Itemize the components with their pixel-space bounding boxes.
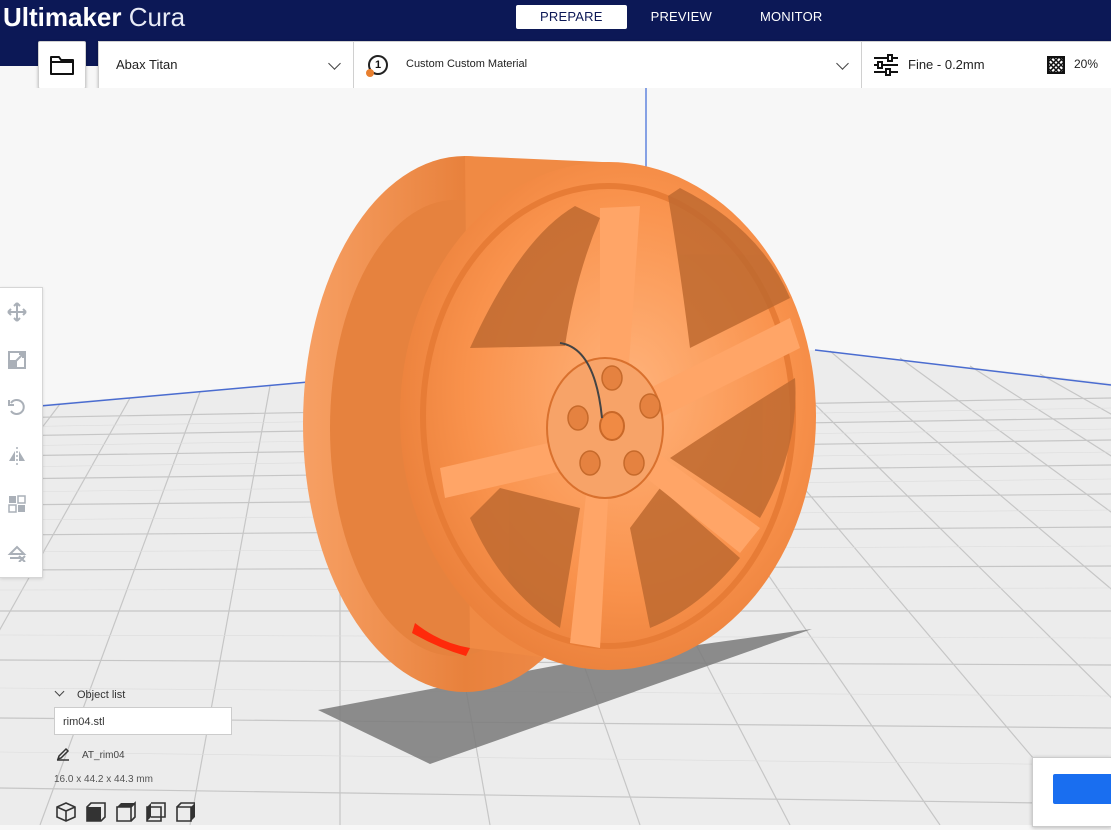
object-list-item[interactable]: rim04.stl	[54, 707, 232, 735]
support-blocker-button[interactable]	[5, 540, 29, 564]
view-top-button[interactable]	[115, 801, 137, 823]
printer-selector[interactable]: Abax Titan	[99, 42, 354, 88]
app-name-bold: Ultimaker	[3, 2, 122, 32]
tab-monitor[interactable]: MONITOR	[736, 5, 847, 29]
slice-button[interactable]	[1053, 774, 1111, 804]
folder-icon	[50, 56, 74, 75]
scale-icon	[8, 351, 26, 369]
per-model-settings-button[interactable]	[5, 492, 29, 516]
move-icon	[7, 302, 27, 322]
pencil-icon[interactable]	[56, 747, 70, 766]
per-model-settings-icon	[8, 495, 26, 513]
stage-tabs: PREPARE PREVIEW MONITOR	[516, 5, 847, 29]
app-logo: Ultimaker Cura	[3, 1, 185, 33]
object-dimensions: 16.0 x 44.2 x 44.3 mm	[54, 774, 153, 785]
sliders-icon	[874, 54, 898, 76]
mirror-icon	[9, 447, 25, 465]
app-name-light: Cura	[128, 2, 186, 32]
cube-3d-icon	[56, 802, 76, 822]
profile-label: Fine - 0.2mm	[908, 57, 985, 72]
infill-icon	[1047, 56, 1065, 74]
chevron-down-icon	[54, 686, 65, 697]
cube-right-icon	[176, 802, 195, 822]
open-file-button[interactable]	[38, 41, 86, 89]
view-front-button[interactable]	[85, 801, 107, 823]
view-3d-button[interactable]	[55, 801, 77, 823]
tool-panel	[0, 287, 43, 578]
model-rim[interactable]	[303, 156, 816, 692]
tab-preview[interactable]: PREVIEW	[627, 5, 736, 29]
material-name: Custom Custom Material	[406, 58, 528, 70]
cube-left-icon	[146, 802, 166, 822]
view-right-button[interactable]	[175, 801, 197, 823]
slice-panel	[1032, 757, 1111, 827]
rotate-tool-button[interactable]	[5, 395, 29, 419]
scale-tool-button[interactable]	[5, 348, 29, 372]
infill-label: 20%	[1074, 57, 1099, 71]
mirror-tool-button[interactable]	[5, 444, 29, 468]
view-left-button[interactable]	[145, 801, 167, 823]
material-selector[interactable]: 1 Custom Custom Material	[353, 42, 862, 88]
printer-name: Abax Titan	[116, 57, 178, 72]
extruder-badge: 1	[366, 55, 388, 77]
tab-prepare[interactable]: PREPARE	[516, 5, 627, 29]
move-tool-button[interactable]	[5, 300, 29, 324]
object-name: AT_rim04	[82, 750, 125, 761]
machine-settings-bar: Abax Titan 1 Custom Custom Material Fine…	[98, 41, 1111, 89]
chevron-down-icon	[836, 57, 849, 70]
object-list-label: Object list	[77, 689, 126, 701]
cube-front-icon	[86, 802, 106, 822]
object-list-toggle[interactable]: Object list	[54, 686, 126, 701]
print-settings-selector[interactable]: Fine - 0.2mm 20%	[861, 42, 1111, 88]
chevron-down-icon	[328, 57, 341, 70]
cube-top-icon	[116, 801, 136, 822]
support-blocker-icon	[7, 545, 27, 562]
rotate-icon	[8, 399, 25, 415]
view-orientation-buttons	[55, 801, 197, 823]
